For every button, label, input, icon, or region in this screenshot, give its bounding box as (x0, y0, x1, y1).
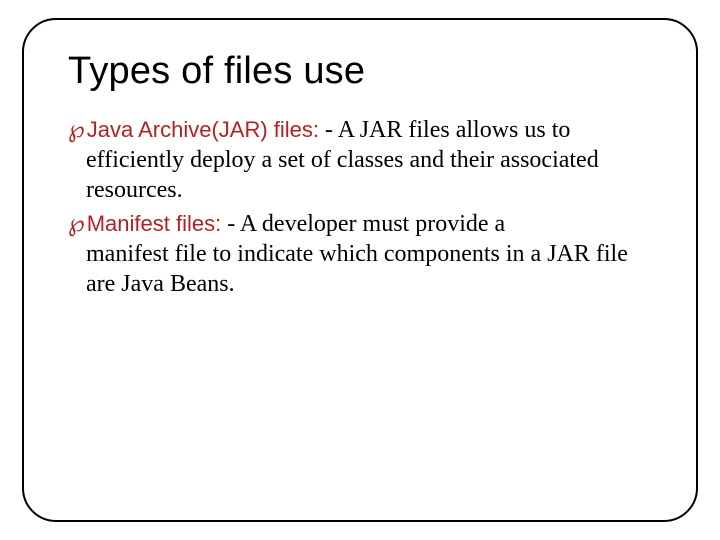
slide-frame: Types of files use ℘Java Archive(JAR) fi… (22, 18, 698, 522)
item-text-rest: manifest file to indicate which componen… (86, 239, 652, 299)
bullet-icon: ℘ (68, 209, 85, 239)
item-text-first: - A developer must provide a (227, 211, 505, 237)
list-item: ℘Java Archive(JAR) files: - A JAR files … (68, 115, 652, 205)
item-text-first: - A JAR files allows us to (325, 117, 570, 143)
item-text-rest: efficiently deploy a set of classes and … (86, 145, 652, 205)
slide: Types of files use ℘Java Archive(JAR) fi… (0, 0, 720, 540)
list-item: ℘Manifest files: - A developer must prov… (68, 209, 652, 299)
slide-title: Types of files use (68, 50, 652, 93)
item-label: Manifest files: (87, 211, 222, 236)
slide-body: ℘Java Archive(JAR) files: - A JAR files … (68, 115, 652, 299)
bullet-icon: ℘ (68, 115, 85, 145)
item-label: Java Archive(JAR) files: (87, 117, 319, 142)
